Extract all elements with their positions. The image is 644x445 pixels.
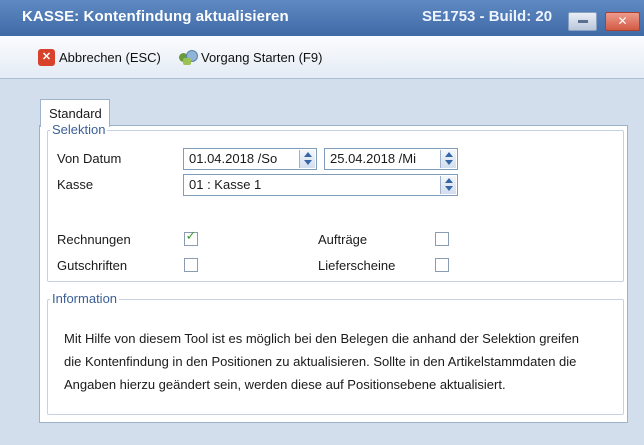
auftraege-checkbox[interactable]	[435, 232, 449, 246]
close-button[interactable]: ✕	[605, 12, 640, 31]
kasse-select[interactable]: 01 : Kasse 1	[183, 174, 458, 196]
kasse-label: Kasse	[57, 177, 94, 192]
spin-up-icon	[445, 178, 453, 183]
information-legend: Information	[50, 291, 120, 306]
close-icon: ✕	[617, 14, 628, 28]
information-line: die Kontenfindung in den Positionen zu a…	[64, 354, 577, 369]
gutschriften-label: Gutschriften	[57, 258, 128, 273]
app-window: KASSE: Kontenfindung aktualisieren SE175…	[0, 0, 644, 445]
cancel-button-label: Abbrechen (ESC)	[59, 49, 161, 65]
date-to-value: 25.04.2018 /Mi	[330, 151, 417, 166]
start-process-button[interactable]: Vorgang Starten (F9)	[178, 47, 322, 67]
date-from-field[interactable]: 01.04.2018 /So	[183, 148, 317, 170]
process-gears-icon	[178, 49, 198, 66]
kasse-value: 01 : Kasse 1	[189, 177, 262, 192]
von-datum-label: Von Datum	[57, 151, 122, 166]
tab-standard-label: Standard	[49, 106, 102, 121]
rechnungen-label: Rechnungen	[57, 232, 131, 247]
rechnungen-checkbox[interactable]: ✓	[184, 229, 198, 246]
minimize-button[interactable]	[568, 12, 597, 31]
date-to-field[interactable]: 25.04.2018 /Mi	[324, 148, 458, 170]
date-from-spinner[interactable]	[299, 150, 315, 168]
spin-up-icon	[304, 152, 312, 157]
auftraege-label: Aufträge	[318, 232, 368, 247]
date-to-spinner[interactable]	[440, 150, 456, 168]
information-line: Angaben hierzu geändert sein, werden die…	[64, 377, 506, 392]
spin-down-icon	[445, 186, 453, 191]
build-info: SE1753 - Build: 20	[422, 8, 553, 25]
lieferscheine-checkbox[interactable]	[435, 258, 449, 272]
spin-down-icon	[445, 160, 453, 165]
title-bar: KASSE: Kontenfindung aktualisieren SE175…	[0, 0, 644, 36]
checkmark-icon: ✓	[185, 229, 197, 244]
cancel-button[interactable]: ✕ Abbrechen (ESC)	[38, 47, 161, 67]
spin-up-icon	[445, 152, 453, 157]
information-text: Mit Hilfe von diesem Tool ist es möglich…	[64, 327, 614, 396]
gutschriften-checkbox[interactable]	[184, 258, 198, 272]
spin-down-icon	[304, 160, 312, 165]
selektion-legend: Selektion	[50, 122, 108, 137]
lieferscheine-label: Lieferscheine	[318, 258, 396, 273]
close-red-icon: ✕	[38, 48, 55, 66]
information-line: Mit Hilfe von diesem Tool ist es möglich…	[64, 331, 580, 346]
date-from-value: 01.04.2018 /So	[189, 151, 278, 166]
kasse-spinner[interactable]	[440, 176, 456, 194]
minimize-icon	[578, 20, 588, 23]
window-title: KASSE: Kontenfindung aktualisieren	[22, 8, 289, 25]
start-process-button-label: Vorgang Starten (F9)	[201, 49, 323, 65]
toolbar: ✕ Abbrechen (ESC) Vorgang Starten (F9)	[0, 36, 644, 79]
